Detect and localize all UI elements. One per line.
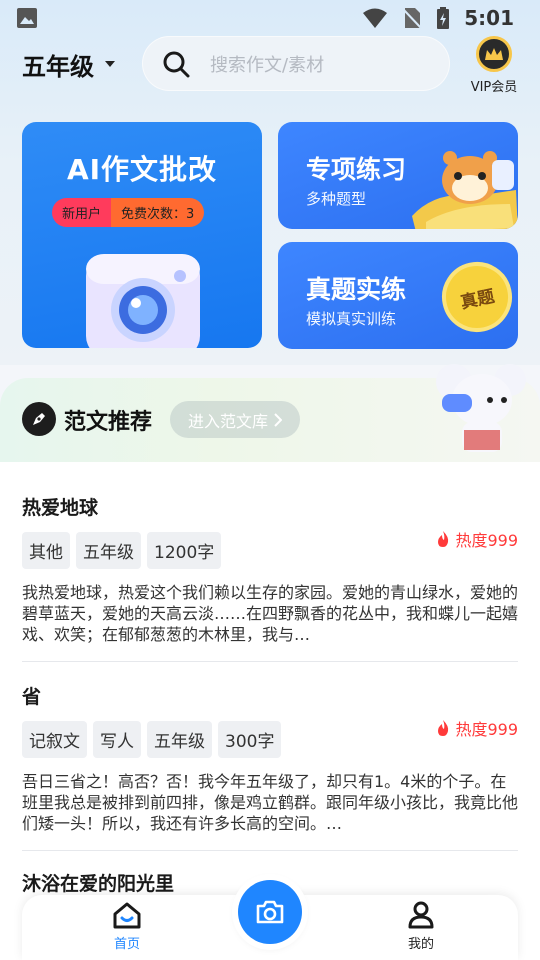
- nav-home[interactable]: 首页: [104, 901, 150, 952]
- ai-correction-title: AI作文批改: [66, 153, 218, 186]
- recommend-title: 范文推荐: [64, 410, 153, 435]
- special-practice-title: 专项练习: [306, 155, 407, 184]
- essay-heat-label: 热度999: [455, 720, 518, 739]
- enter-library-label: 进入范文库: [187, 411, 268, 431]
- search-icon: [163, 51, 190, 77]
- search-bar[interactable]: 搜索作文/素材: [142, 36, 450, 91]
- essay-excerpt: 吾日三省之！高否？否！我今年五年级了，却只有1。4米的个子。在班里我总是被排到前…: [22, 772, 518, 833]
- status-time: 5:01: [464, 6, 514, 30]
- essay-tag: 300字: [218, 721, 282, 758]
- grade-selector[interactable]: 五年级: [22, 44, 116, 84]
- real-exam-card[interactable]: 真题实练 模拟真实训练 真题: [278, 242, 518, 349]
- mouse-mascot-illustration: [436, 364, 526, 452]
- flame-icon: [438, 531, 449, 547]
- essay-tag: 其他: [22, 532, 70, 569]
- vip-button[interactable]: VIP会员: [464, 36, 524, 96]
- real-exam-badge-text: 真题: [458, 286, 497, 313]
- essay-heat: 热度999: [435, 527, 518, 551]
- vip-label: VIP会员: [470, 80, 518, 95]
- home-icon: [113, 902, 141, 929]
- essay-title: 热爱地球: [22, 497, 99, 519]
- camera-icon: [256, 900, 284, 924]
- real-exam-subtitle: 模拟真实训练: [306, 310, 397, 328]
- essay-tag: 五年级: [147, 721, 212, 758]
- user-icon: [408, 901, 434, 929]
- essay-item[interactable]: 省 记叙文 写人 五年级 300字 热度999 吾日三省之！高否？否！我今年五年…: [22, 682, 518, 834]
- special-practice-card[interactable]: 专项练习 多种题型: [278, 122, 518, 229]
- pen-nib-icon: [22, 402, 56, 436]
- essay-tag: 记叙文: [22, 721, 87, 758]
- grade-label: 五年级: [22, 52, 94, 81]
- essay-title: 省: [22, 686, 42, 708]
- nav-mine[interactable]: 我的: [398, 901, 444, 952]
- battery-icon: [437, 7, 450, 29]
- free-count-tag: 免费次数：3: [111, 198, 205, 227]
- ai-correction-card[interactable]: AI作文批改: [22, 122, 262, 348]
- essay-tag: 写人: [93, 721, 141, 758]
- nav-mine-label: 我的: [407, 937, 434, 952]
- caret-down-icon: [105, 61, 115, 67]
- chevron-right-icon: [274, 412, 282, 427]
- essay-tag: 1200字: [147, 532, 222, 569]
- real-exam-badge: 真题: [435, 255, 518, 339]
- new-user-tag: 新用户: [52, 198, 112, 227]
- status-bar: 5:01: [0, 0, 540, 36]
- no-sim-icon: [402, 8, 422, 29]
- flame-icon: [438, 720, 449, 736]
- essay-tag: 五年级: [76, 532, 141, 569]
- real-exam-title: 真题实练: [306, 275, 407, 304]
- camera-button[interactable]: [238, 880, 302, 944]
- search-placeholder: 搜索作文/素材: [210, 54, 325, 76]
- essay-excerpt: 我热爱地球，热爱这个我们赖以生存的家园。爱她的青山绿水，爱她的碧草蓝天，爱她的天…: [22, 583, 518, 644]
- free-trial-pill: 新用户 免费次数：3: [52, 198, 205, 227]
- vip-crown-icon: [476, 36, 512, 72]
- special-practice-subtitle: 多种题型: [306, 190, 367, 208]
- divider: [22, 661, 518, 662]
- hamster-car-illustration: [412, 151, 518, 229]
- essay-heat-label: 热度999: [455, 531, 518, 550]
- gallery-notification-icon: [17, 8, 37, 28]
- wifi-icon: [363, 8, 388, 28]
- divider: [22, 850, 518, 851]
- camera-illustration: [86, 254, 200, 348]
- essay-heat: 热度999: [435, 716, 518, 740]
- essay-item[interactable]: 热爱地球 其他 五年级 1200字 热度999 我热爱地球，热爱这个我们赖以生存…: [22, 493, 518, 645]
- enter-library-button[interactable]: 进入范文库: [170, 401, 300, 438]
- nav-home-label: 首页: [113, 937, 140, 952]
